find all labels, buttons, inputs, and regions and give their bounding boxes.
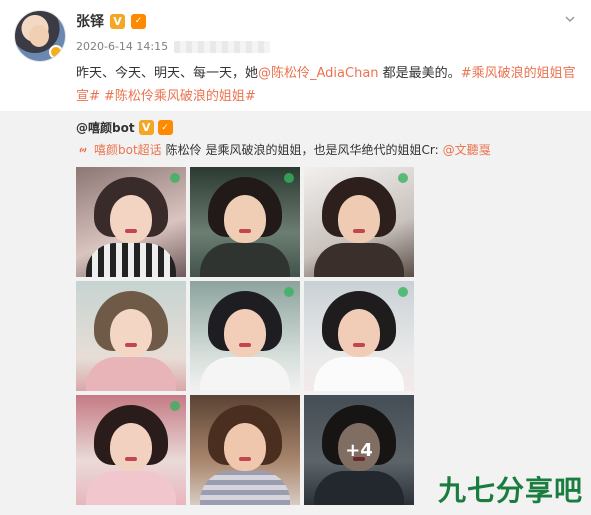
chevron-down-icon[interactable]: [563, 12, 577, 26]
repost-text: 陈松伶 是乘风破浪的姐姐，也是风华绝代的姐姐Cr:: [165, 143, 439, 157]
photo-thumbnail[interactable]: [190, 167, 300, 277]
photo-thumbnail[interactable]: [304, 167, 414, 277]
post-timestamp[interactable]: 2020-6-14 14:15: [76, 40, 168, 53]
avatar-face: [29, 25, 49, 47]
repost-body: 嘻颜bot超话 陈松伶 是乘风破浪的姐姐，也是风华绝代的姐姐Cr: @文聽戛: [76, 141, 491, 158]
verified-badge-icon: [49, 45, 63, 59]
post-header: 张铎 V ✓: [76, 10, 146, 32]
photo-thumbnail[interactable]: [190, 395, 300, 505]
repost-vip-icon: V: [138, 120, 154, 135]
photo-grid: +4: [76, 167, 414, 505]
repost-container: @嘻颜bot V ✓ 嘻颜bot超话 陈松伶 是乘风破浪的姐姐，也是风华绝代的姐…: [0, 111, 591, 515]
mention-link[interactable]: @陈松伶_AdiaChan: [258, 66, 379, 81]
photo-thumbnail[interactable]: [76, 167, 186, 277]
user-avatar[interactable]: [14, 10, 66, 62]
photo-thumbnail[interactable]: [76, 395, 186, 505]
post-text-middle: 都是最美的。: [378, 66, 461, 81]
credit-link[interactable]: @文聽戛: [443, 141, 491, 158]
hashtag-link-2[interactable]: #陈松伶乘风破浪的姐姐#: [100, 89, 256, 104]
post-text-prefix: 昨天、今天、明天、每一天，她: [76, 66, 259, 81]
username-link[interactable]: 张铎: [76, 11, 104, 31]
photo-thumbnail[interactable]: [190, 281, 300, 391]
vip-icon: V: [110, 13, 125, 29]
site-watermark: 九七分享吧: [437, 474, 583, 507]
blurred-source: [174, 40, 271, 53]
link-icon: [76, 143, 90, 157]
photo-thumbnail[interactable]: [304, 281, 414, 391]
more-photos-overlay[interactable]: +4: [304, 395, 414, 505]
level-icon: ✓: [131, 13, 146, 29]
super-topic-link[interactable]: 嘻颜bot超话: [94, 141, 162, 158]
repost-level-icon: ✓: [157, 120, 173, 135]
photo-thumbnail[interactable]: +4: [304, 395, 414, 505]
photo-thumbnail[interactable]: [76, 281, 186, 391]
post-body: 昨天、今天、明天、每一天，她@陈松伶_AdiaChan 都是最美的。#乘风破浪的…: [76, 62, 576, 108]
repost-username-link[interactable]: @嘻颜bot: [76, 119, 135, 136]
repost-header: @嘻颜bot V ✓: [76, 119, 173, 136]
post-meta: 2020-6-14 14:15: [76, 40, 271, 53]
